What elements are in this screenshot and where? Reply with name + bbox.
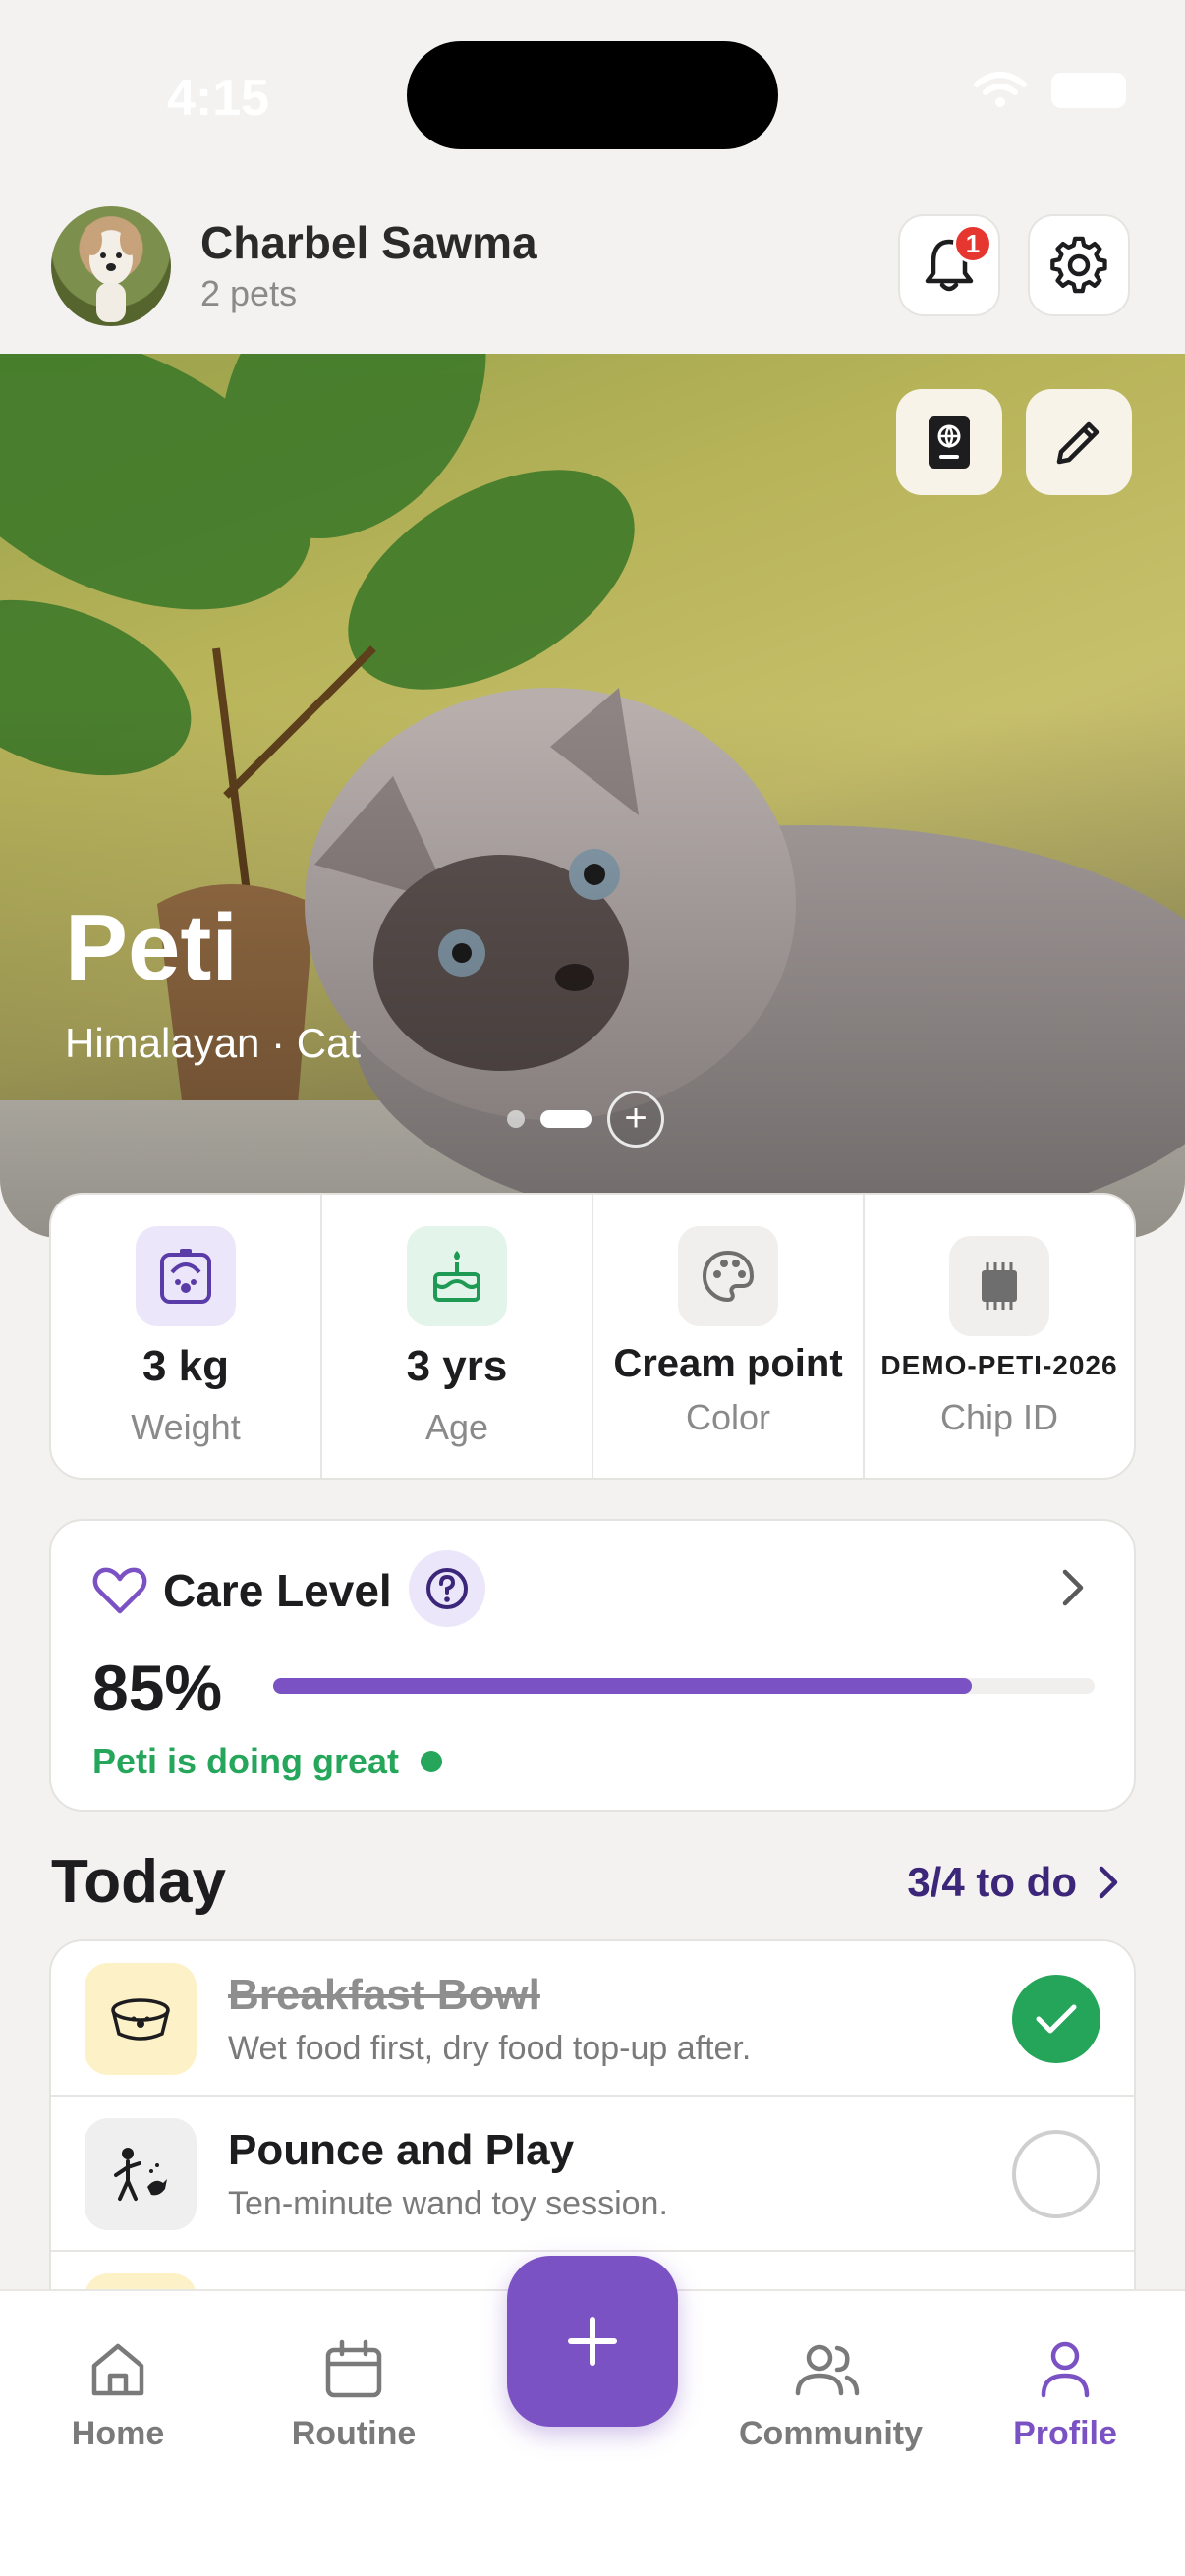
user-name: Charbel Sawma xyxy=(200,217,537,268)
status-time: 4:15 xyxy=(167,70,270,127)
task-description: Wet food first, dry food top-up after. xyxy=(228,2030,752,2067)
pager-dot-active[interactable] xyxy=(540,1110,592,1128)
checkmark-icon xyxy=(1036,2004,1077,2034)
calendar-icon xyxy=(325,2339,382,2398)
weight-label: Weight xyxy=(131,1407,241,1447)
home-icon xyxy=(91,2343,144,2396)
care-progress-fill xyxy=(273,1678,972,1694)
dynamic-island xyxy=(407,41,778,149)
color-label: Color xyxy=(685,1397,771,1437)
chevron-right-icon xyxy=(1099,1866,1118,1899)
tab-label: Home xyxy=(71,2415,165,2452)
chip-id-label: Chip ID xyxy=(939,1397,1059,1437)
task-checkbox[interactable] xyxy=(1012,2130,1100,2218)
plus-icon xyxy=(568,2317,617,2366)
stat-age[interactable]: 3 yrs Age xyxy=(322,1195,593,1478)
care-help-button[interactable] xyxy=(409,1550,485,1627)
play-with-pet-icon xyxy=(85,2118,197,2230)
pet-breed: Himalayan · Cat xyxy=(65,1020,362,1066)
pet-passport-button[interactable] xyxy=(896,389,1002,495)
weight-scale-paw-icon xyxy=(136,1226,236,1326)
weight-value: 3 kg xyxy=(141,1342,230,1390)
chip-id-value: DEMO-PETI-2026 xyxy=(880,1350,1118,1380)
question-circle-icon xyxy=(426,1568,468,1609)
avatar[interactable] xyxy=(51,206,171,326)
tab-community[interactable]: Community xyxy=(739,2338,923,2453)
care-percent: 85% xyxy=(92,1652,223,1724)
color-value: Cream point xyxy=(613,1342,843,1385)
list-item[interactable]: Pounce and Play Ten-minute wand toy sess… xyxy=(51,2097,1134,2252)
pets-count: 2 pets xyxy=(200,273,298,313)
add-button[interactable] xyxy=(507,2256,678,2427)
profile-icon xyxy=(1041,2341,1090,2398)
palette-icon xyxy=(678,1226,778,1326)
tab-profile[interactable]: Profile xyxy=(977,2338,1154,2453)
heart-icon xyxy=(92,1567,147,1614)
community-icon xyxy=(795,2344,860,2396)
dog-avatar-image xyxy=(83,224,140,322)
tab-label: Routine xyxy=(291,2415,417,2452)
status-bar: 4:15 xyxy=(0,0,1185,187)
status-dot xyxy=(421,1751,443,1772)
care-level-card[interactable]: Care Level 85% Peti is doing great xyxy=(49,1519,1136,1812)
care-progress-bar xyxy=(273,1678,1095,1694)
battery-icon xyxy=(1051,73,1126,108)
tab-label: Profile xyxy=(1013,2415,1117,2452)
task-title: Pounce and Play xyxy=(228,2126,575,2174)
task-title: Breakfast Bowl xyxy=(228,1971,540,2019)
status-icons xyxy=(973,71,1126,110)
profile-header: Charbel Sawma 2 pets 1 xyxy=(0,187,1185,354)
chevron-right-icon xyxy=(1062,1569,1084,1606)
today-title: Today xyxy=(51,1848,226,1916)
care-level-title: Care Level xyxy=(163,1565,392,1616)
task-description: Ten-minute wand toy session. xyxy=(228,2185,668,2222)
add-photo-button[interactable]: + xyxy=(607,1091,664,1148)
photo-pager: + xyxy=(507,1091,664,1148)
stat-color[interactable]: Cream point Color xyxy=(593,1195,865,1478)
task-checkbox-checked[interactable] xyxy=(1012,1975,1100,2063)
age-label: Age xyxy=(424,1407,489,1447)
pet-stats-card: 3 kg Weight 3 yrs Age Cream point Color xyxy=(49,1193,1136,1480)
today-task-list: Breakfast Bowl Wet food first, dry food … xyxy=(49,1939,1136,2293)
todo-link[interactable]: 3/4 to do xyxy=(907,1859,1120,1906)
care-status-text: Peti is doing great xyxy=(92,1741,400,1781)
pet-name: Peti xyxy=(65,895,239,1000)
gear-icon xyxy=(1050,236,1107,294)
todo-count: 3/4 to do xyxy=(907,1859,1077,1905)
passport-icon xyxy=(929,416,970,469)
tab-routine[interactable]: Routine xyxy=(265,2338,442,2453)
stat-chip-id[interactable]: DEMO-PETI-2026 Chip ID xyxy=(865,1195,1134,1478)
tab-label: Community xyxy=(739,2415,923,2452)
pencil-icon xyxy=(1056,421,1100,465)
notifications-button[interactable]: 1 xyxy=(898,214,1000,316)
notification-badge: 1 xyxy=(953,224,992,263)
edit-pet-button[interactable] xyxy=(1026,389,1132,495)
care-status: Peti is doing great xyxy=(92,1741,443,1782)
list-item[interactable]: Breakfast Bowl Wet food first, dry food … xyxy=(51,1941,1134,2097)
birthday-cake-icon xyxy=(407,1226,507,1326)
settings-button[interactable] xyxy=(1028,214,1130,316)
age-value: 3 yrs xyxy=(406,1342,508,1390)
wifi-icon xyxy=(974,72,1027,107)
tab-home[interactable]: Home xyxy=(29,2338,206,2453)
food-bowl-icon xyxy=(85,1963,197,2075)
pager-dot[interactable] xyxy=(507,1110,525,1128)
stat-weight[interactable]: 3 kg Weight xyxy=(51,1195,322,1478)
microchip-icon xyxy=(949,1236,1049,1336)
pet-hero-card[interactable]: Peti Himalayan · Cat + xyxy=(0,354,1185,1238)
